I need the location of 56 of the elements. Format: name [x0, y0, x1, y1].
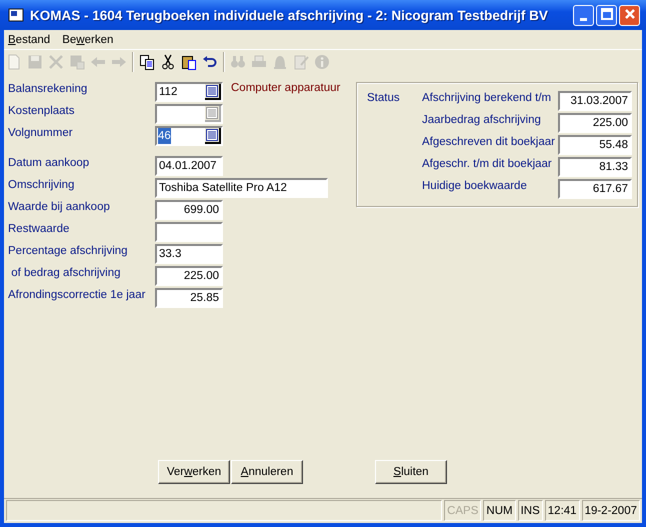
field-label: Afgeschr. t/m dit boekjaar	[422, 157, 553, 172]
clipboard-icon[interactable]	[181, 54, 197, 70]
input-field[interactable]: Toshiba Satellite Pro A12	[155, 178, 328, 198]
action-button[interactable]: Annuleren	[231, 460, 303, 484]
maximize-icon	[600, 8, 612, 20]
copy-icon[interactable]	[139, 54, 155, 70]
input-field[interactable]	[155, 222, 223, 242]
input-field[interactable]: 699.00	[155, 200, 223, 220]
field-label: Waarde bij aankoop	[7, 200, 111, 213]
input-field[interactable]: 46	[155, 126, 223, 146]
undo-icon[interactable]	[202, 54, 218, 70]
field-label: Afgeschreven dit boekjaar	[422, 135, 556, 150]
field-label: Restwaarde	[7, 222, 70, 235]
input-field[interactable]	[155, 104, 223, 124]
value-field: 31.03.2007	[558, 91, 632, 111]
status-indicator: INS	[518, 500, 543, 521]
status-indicator: 12:41	[544, 500, 580, 521]
field-label: Percentage afschrijving	[7, 244, 129, 257]
scissors-icon[interactable]	[160, 54, 176, 70]
field-label: Kostenplaats	[7, 104, 76, 117]
minimize-button[interactable]	[573, 4, 594, 26]
status-indicator: NUM	[483, 500, 516, 521]
input-field[interactable]: 33.3	[155, 244, 223, 264]
panel-title: Status	[367, 91, 401, 106]
field-label: Datum aankoop	[7, 156, 90, 169]
maximize-button[interactable]	[596, 4, 617, 26]
menu-item[interactable]: Bestand	[8, 34, 50, 46]
field-label: Huidige boekwaarde	[422, 179, 528, 194]
value-field: 55.48	[558, 135, 632, 155]
input-field[interactable]: 225.00	[155, 266, 223, 286]
list-icon[interactable]	[205, 128, 221, 144]
field-label: of bedrag afschrijving	[10, 266, 122, 279]
minimize-icon	[580, 18, 587, 20]
menu-item[interactable]: Bewerken	[62, 34, 114, 46]
field-label: Volgnummer	[7, 126, 74, 139]
field-label: Omschrijving	[7, 178, 76, 191]
account-description: Computer apparatuur	[231, 82, 340, 94]
action-button[interactable]: Verwerken	[158, 460, 230, 484]
value-field: 225.00	[558, 113, 632, 133]
list-icon[interactable]	[205, 84, 221, 100]
app-icon	[8, 7, 24, 23]
close-icon	[624, 8, 634, 18]
input-field[interactable]: 112	[155, 82, 223, 102]
value-field: 81.33	[558, 157, 632, 177]
input-field[interactable]: 25.85	[155, 288, 223, 308]
action-button[interactable]: Sluiten	[375, 460, 447, 484]
input-field[interactable]: 04.01.2007	[155, 156, 223, 176]
status-indicator: CAPS	[444, 500, 482, 521]
field-label: Balansrekening	[7, 82, 88, 95]
value-field: 617.67	[558, 179, 632, 199]
field-label: Afschrijving berekend t/m	[422, 91, 552, 106]
status-indicator: 19-2-2007	[582, 500, 640, 521]
field-label: Jaarbedrag afschrijving	[422, 113, 542, 128]
field-label: Afrondingscorrectie 1e jaar	[7, 288, 146, 301]
close-button[interactable]	[619, 4, 640, 26]
window-title: KOMAS - 1604 Terugboeken individuele afschrijving - 2: Nicogram Testbedrijf BV	[30, 8, 549, 22]
